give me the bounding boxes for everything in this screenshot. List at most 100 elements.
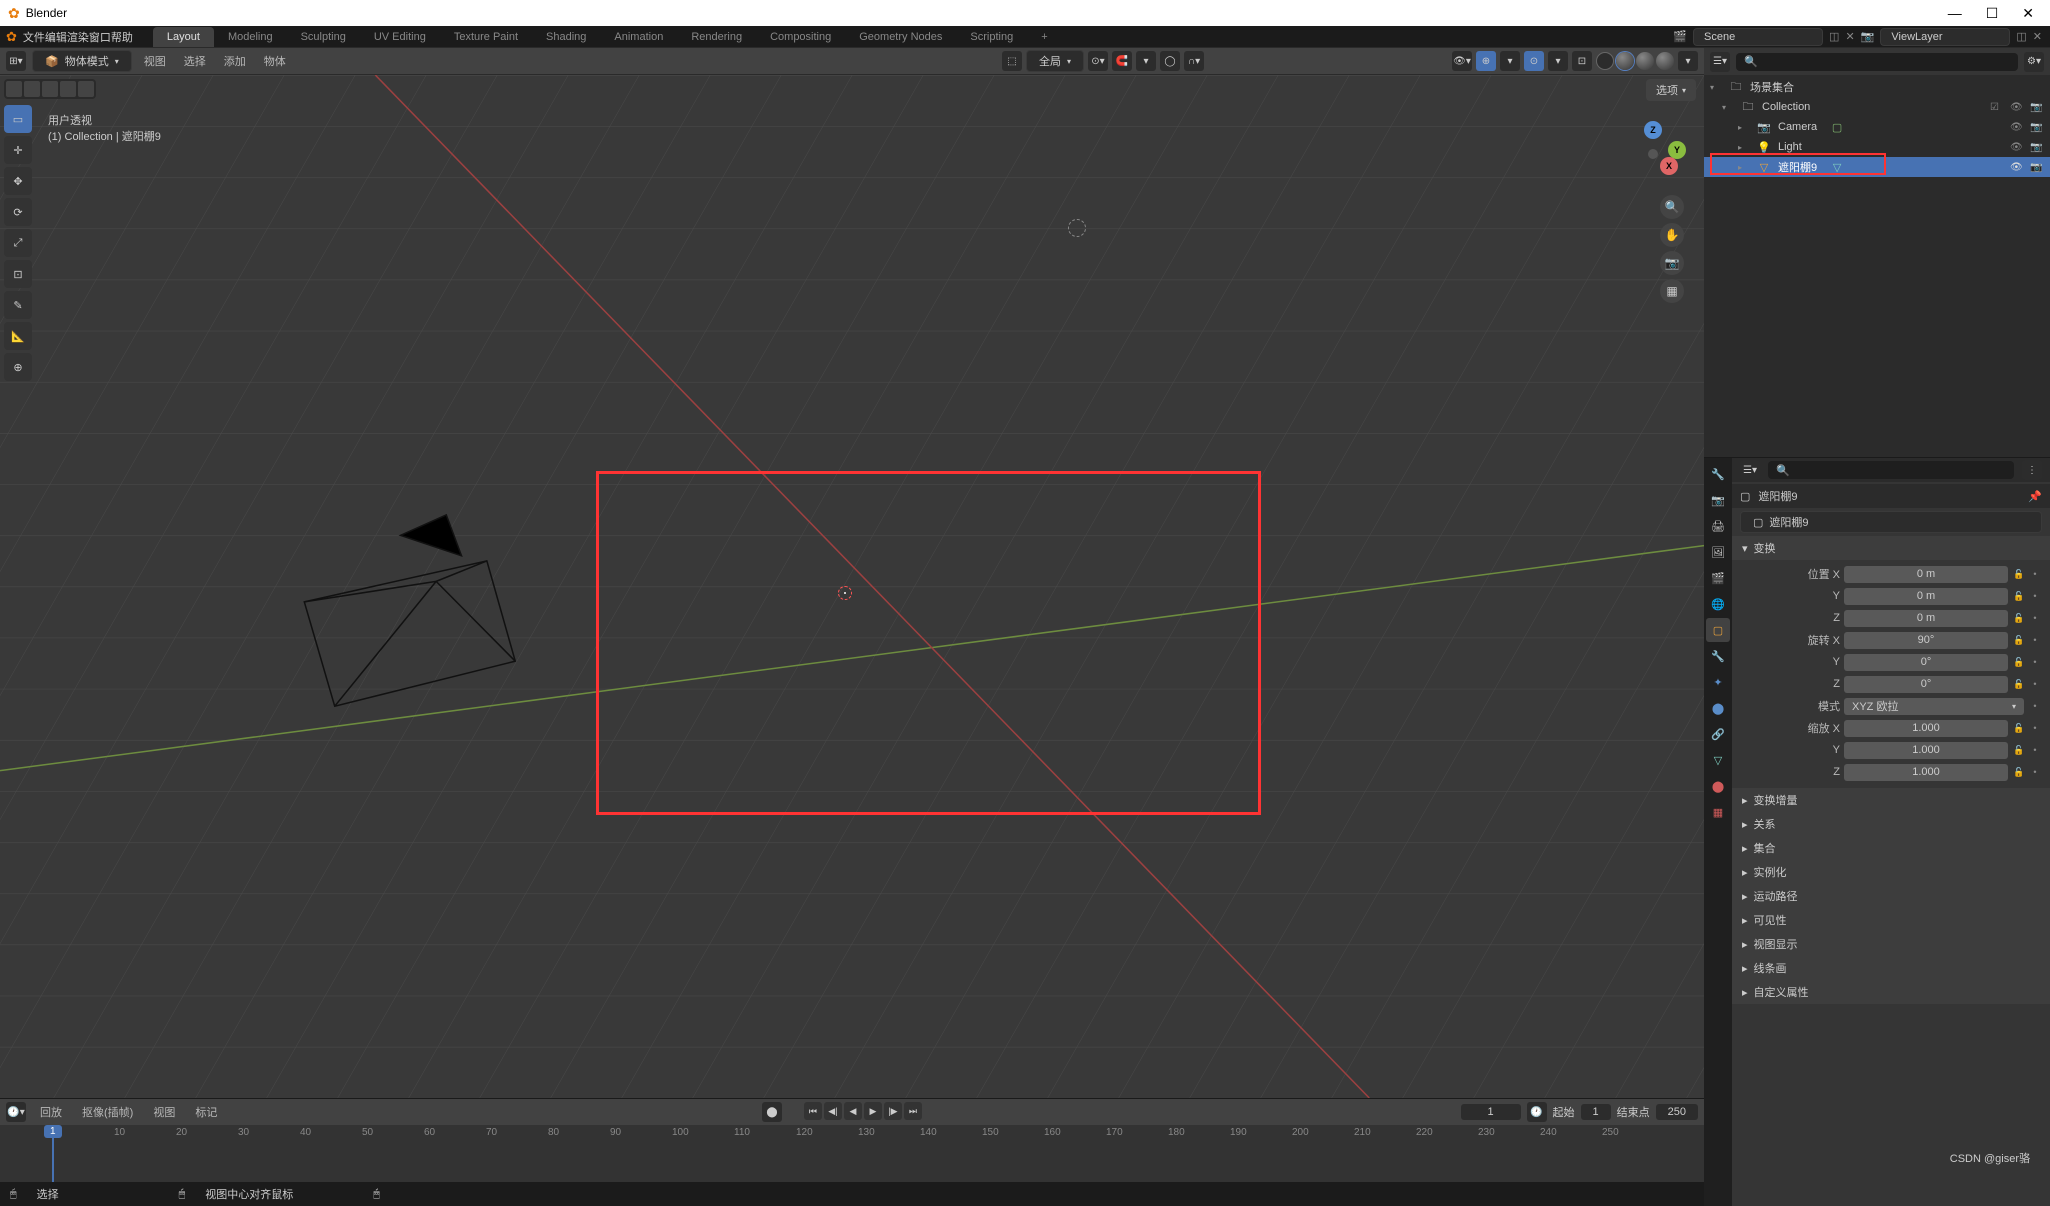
close-button[interactable]: ✕ bbox=[2022, 5, 2034, 22]
menu-window[interactable]: 窗口 bbox=[89, 29, 111, 45]
ptab-data[interactable]: ▽ bbox=[1706, 748, 1730, 772]
ptab-scene[interactable]: 🎬 bbox=[1706, 566, 1730, 590]
outliner-camera[interactable]: ▸📷Camera ▢ 👁📷 bbox=[1704, 117, 2050, 137]
scale-x[interactable]: 1.000 bbox=[1844, 720, 2008, 737]
ptab-particles[interactable]: ✦ bbox=[1706, 670, 1730, 694]
workspace-sculpting[interactable]: Sculpting bbox=[287, 27, 360, 47]
panel-集合[interactable]: ▸集合 bbox=[1732, 836, 2050, 860]
workspace-scripting[interactable]: Scripting bbox=[956, 27, 1027, 47]
minimize-button[interactable]: — bbox=[1948, 5, 1962, 22]
outliner-scene-collection[interactable]: ▾🗀场景集合 bbox=[1704, 77, 2050, 97]
pivot-icon[interactable]: ⊙▾ bbox=[1088, 51, 1108, 71]
frame-end[interactable]: 250 bbox=[1656, 1104, 1698, 1120]
frame-start[interactable]: 1 bbox=[1581, 1104, 1611, 1120]
scene-selector[interactable]: Scene bbox=[1693, 28, 1823, 46]
ptab-output[interactable]: 🖨 bbox=[1706, 514, 1730, 538]
loc-y[interactable]: 0 m bbox=[1844, 588, 2008, 605]
workspace-texture[interactable]: Texture Paint bbox=[440, 27, 532, 47]
outliner-awning9[interactable]: ▸▽遮阳棚9 ▽ 👁📷 bbox=[1704, 157, 2050, 177]
tool-annotate[interactable]: ✎ bbox=[4, 291, 32, 319]
pan-icon[interactable]: ✋ bbox=[1660, 223, 1684, 247]
shading-modes[interactable] bbox=[1596, 52, 1674, 70]
loc-z[interactable]: 0 m bbox=[1844, 610, 2008, 627]
proportional-type-icon[interactable]: ∩▾ bbox=[1184, 51, 1204, 71]
shading-dropdown[interactable]: ▾ bbox=[1678, 51, 1698, 71]
outliner-type-icon[interactable]: ☰▾ bbox=[1710, 52, 1730, 72]
zoom-icon[interactable]: 🔍 bbox=[1660, 195, 1684, 219]
menu-file[interactable]: 文件 bbox=[23, 29, 45, 45]
outliner-collection[interactable]: ▾🗀Collection ☑👁📷 bbox=[1704, 97, 2050, 117]
rot-y[interactable]: 0° bbox=[1844, 654, 2008, 671]
workspace-layout[interactable]: Layout bbox=[153, 27, 214, 47]
scale-y[interactable]: 1.000 bbox=[1844, 742, 2008, 759]
play-reverse[interactable]: ◀ bbox=[844, 1102, 862, 1120]
light-object[interactable] bbox=[1068, 219, 1086, 237]
tool-move[interactable]: ✥ bbox=[4, 167, 32, 195]
timeline-ruler[interactable]: 1020304050607080901001101201301401501601… bbox=[0, 1125, 1704, 1182]
vp-menu-view[interactable]: 视图 bbox=[138, 51, 172, 71]
menu-render[interactable]: 渲染 bbox=[67, 29, 89, 45]
ptab-material[interactable]: ⬤ bbox=[1706, 774, 1730, 798]
lock-icon[interactable]: 🔓 bbox=[2012, 567, 2026, 581]
workspace-uv[interactable]: UV Editing bbox=[360, 27, 440, 47]
frame-current[interactable]: 1 bbox=[1461, 1104, 1521, 1120]
3d-viewport[interactable]: 用户透视 (1) Collection | 遮阳棚9 ▭ ✛ ✥ ⟳ ⤢ ⊡ ✎… bbox=[0, 75, 1704, 1098]
workspace-shading[interactable]: Shading bbox=[532, 27, 600, 47]
tl-playback[interactable]: 回放 bbox=[34, 1102, 68, 1122]
snap-type-icon[interactable]: ▾ bbox=[1136, 51, 1156, 71]
new-scene-icon[interactable]: ◫ bbox=[1829, 30, 1839, 43]
ptab-modifiers[interactable]: 🔧 bbox=[1706, 644, 1730, 668]
ptab-render[interactable]: 📷 bbox=[1706, 488, 1730, 512]
delete-scene-icon[interactable]: ✕ bbox=[1845, 30, 1854, 43]
tl-marker[interactable]: 标记 bbox=[189, 1102, 223, 1122]
workspace-compositing[interactable]: Compositing bbox=[756, 27, 845, 47]
outliner-light[interactable]: ▸💡Light 👁📷 bbox=[1704, 137, 2050, 157]
options-dropdown[interactable]: 选项 ▾ bbox=[1646, 79, 1696, 101]
vp-menu-select[interactable]: 选择 bbox=[178, 51, 212, 71]
nav-gizmo[interactable]: Z Y X bbox=[1622, 123, 1684, 185]
ptab-viewlayer[interactable]: 🖼 bbox=[1706, 540, 1730, 564]
autokey-icon[interactable]: ⬤ bbox=[762, 1102, 782, 1122]
tool-rotate[interactable]: ⟳ bbox=[4, 198, 32, 226]
ptab-tool[interactable]: 🔧 bbox=[1706, 462, 1730, 486]
panel-自定义属性[interactable]: ▸自定义属性 bbox=[1732, 980, 2050, 1004]
workspace-animation[interactable]: Animation bbox=[600, 27, 677, 47]
scale-z[interactable]: 1.000 bbox=[1844, 764, 2008, 781]
orientation-icon[interactable]: ⬚ bbox=[1002, 51, 1022, 71]
proportional-icon[interactable]: ◯ bbox=[1160, 51, 1180, 71]
panel-可见性[interactable]: ▸可见性 bbox=[1732, 908, 2050, 932]
visibility-icon[interactable]: 👁▾ bbox=[1452, 51, 1472, 71]
maximize-button[interactable]: ☐ bbox=[1986, 5, 1999, 22]
rot-mode[interactable]: XYZ 欧拉▾ bbox=[1844, 698, 2024, 715]
panel-视图显示[interactable]: ▸视图显示 bbox=[1732, 932, 2050, 956]
panel-关系[interactable]: ▸关系 bbox=[1732, 812, 2050, 836]
ptab-texture[interactable]: ▦ bbox=[1706, 800, 1730, 824]
props-search[interactable]: 🔍 bbox=[1768, 461, 2014, 479]
pin-icon[interactable]: 📌 bbox=[2028, 490, 2042, 503]
play[interactable]: ▶ bbox=[864, 1102, 882, 1120]
matpreview-shading[interactable] bbox=[1636, 52, 1654, 70]
tool-measure[interactable]: 📐 bbox=[4, 322, 32, 350]
ptab-physics[interactable]: ⬤ bbox=[1706, 696, 1730, 720]
workspace-modeling[interactable]: Modeling bbox=[214, 27, 287, 47]
outliner-search[interactable]: 🔍 bbox=[1736, 53, 2018, 71]
jump-end[interactable]: ⏭ bbox=[904, 1102, 922, 1120]
playhead[interactable]: 1 bbox=[52, 1125, 54, 1182]
props-type-icon[interactable]: ☰▾ bbox=[1740, 460, 1760, 480]
filter-icon[interactable]: ⚙▾ bbox=[2024, 52, 2044, 72]
vp-menu-add[interactable]: 添加 bbox=[218, 51, 252, 71]
tl-view[interactable]: 视图 bbox=[147, 1102, 181, 1122]
tool-transform[interactable]: ⊡ bbox=[4, 260, 32, 288]
loc-x[interactable]: 0 m bbox=[1844, 566, 2008, 583]
props-options-icon[interactable]: ⋮ bbox=[2022, 460, 2042, 480]
frame-range-icon[interactable]: 🕐 bbox=[1527, 1102, 1547, 1122]
workspace-geonodes[interactable]: Geometry Nodes bbox=[845, 27, 956, 47]
rot-z[interactable]: 0° bbox=[1844, 676, 2008, 693]
gizmo-toggle[interactable]: ⊕ bbox=[1476, 51, 1496, 71]
menu-edit[interactable]: 编辑 bbox=[45, 29, 67, 45]
panel-实例化[interactable]: ▸实例化 bbox=[1732, 860, 2050, 884]
panel-变换增量[interactable]: ▸变换增量 bbox=[1732, 788, 2050, 812]
vp-menu-object[interactable]: 物体 bbox=[258, 51, 292, 71]
orientation-selector[interactable]: 全局 ▾ bbox=[1026, 50, 1084, 72]
mode-selector[interactable]: 📦 物体模式 ▾ bbox=[32, 50, 132, 72]
